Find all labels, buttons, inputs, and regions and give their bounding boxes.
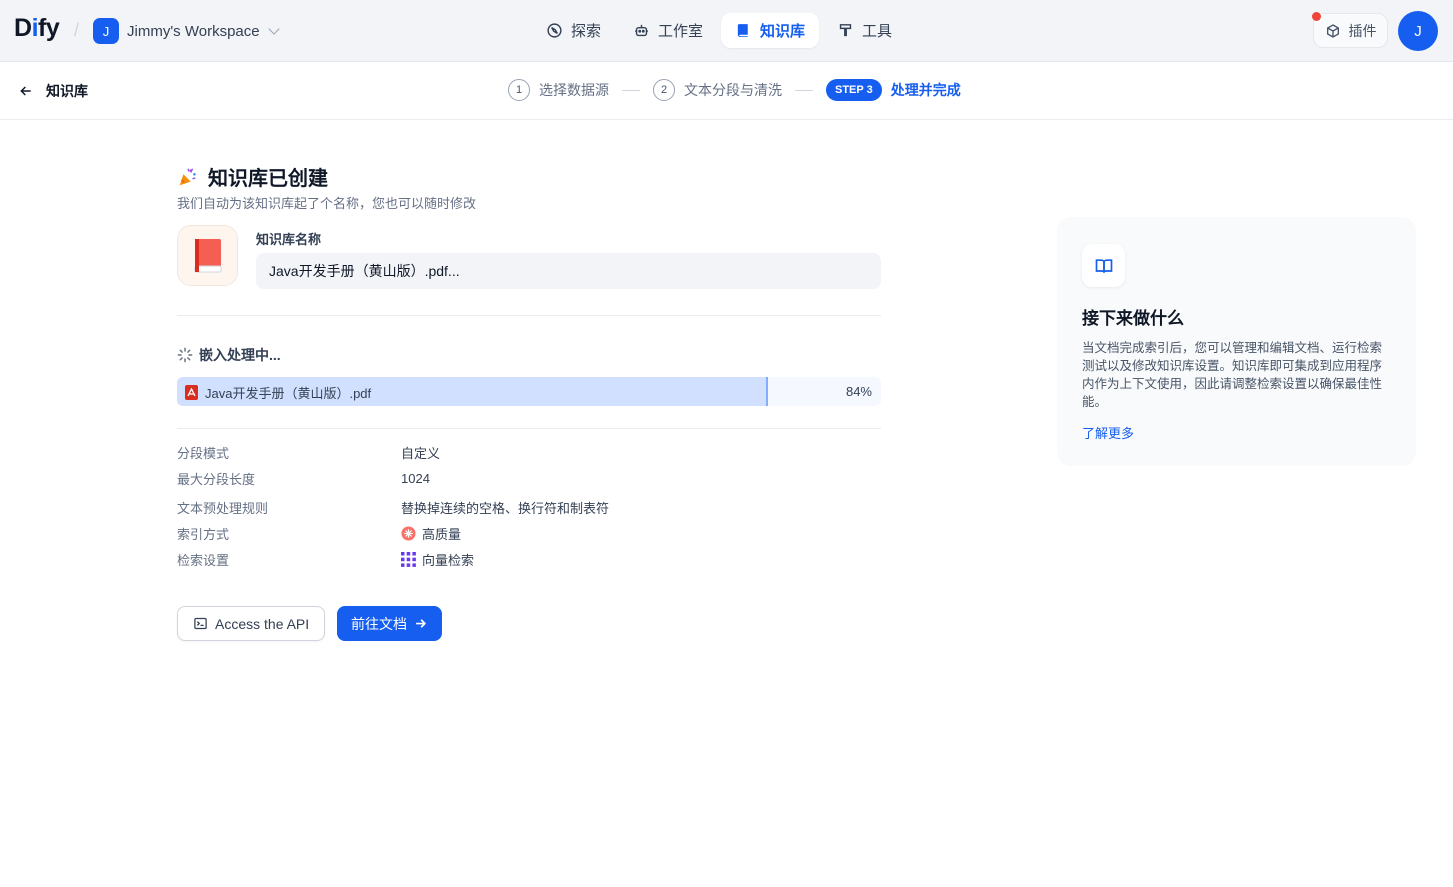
plugin-button[interactable]: 插件 — [1313, 13, 1388, 48]
info-value: 自定义 — [401, 446, 441, 461]
progress-file-name: Java开发手册（黄山版）.pdf — [205, 386, 372, 401]
arrow-right-icon — [416, 619, 427, 628]
book-icon — [737, 24, 748, 37]
pdf-icon — [185, 385, 198, 400]
step-1: 1 选择数据源 — [508, 79, 609, 101]
page-subtitle: 我们自动为该知识库起了个名称，您也可以随时修改 — [177, 196, 477, 211]
robot-icon — [635, 24, 648, 37]
info-key: 检索设置 — [177, 553, 230, 568]
plugin-label: 插件 — [1348, 22, 1377, 39]
nav-studio[interactable]: 工作室 — [619, 13, 717, 48]
info-value-text: 高质量 — [422, 527, 462, 542]
nav-knowledge-label: 知识库 — [760, 23, 806, 40]
step-1-label: 选择数据源 — [539, 82, 609, 98]
open-book-icon — [1095, 258, 1112, 273]
info-row: 索引方式 高质量 — [177, 524, 461, 543]
knowledge-base-icon[interactable] — [177, 225, 238, 286]
info-key: 最大分段长度 — [177, 472, 256, 487]
info-key: 索引方式 — [177, 527, 230, 542]
info-value: 1024 — [401, 471, 430, 486]
workspace-switcher[interactable]: J Jimmy's Workspace — [93, 17, 280, 45]
info-row: 检索设置 向量检索 — [177, 550, 474, 569]
step-1-number: 1 — [508, 79, 530, 101]
info-value: 高质量 — [401, 524, 461, 543]
step-2-number: 2 — [653, 79, 675, 101]
page-title: 知识库已创建 — [177, 162, 328, 191]
go-to-documents-label: 前往文档 — [351, 615, 407, 632]
vector-grid-icon — [401, 552, 416, 567]
divider-slash: / — [74, 20, 80, 40]
progress-file: Java开发手册（黄山版）.pdf — [185, 383, 371, 402]
arrow-left-icon — [20, 86, 31, 96]
high-quality-icon — [401, 526, 416, 541]
card-title: 接下来做什么 — [1082, 309, 1184, 328]
learn-more-link[interactable]: 了解更多 — [1082, 423, 1134, 442]
access-api-button[interactable]: Access the API — [177, 606, 326, 641]
kb-name-label: 知识库名称 — [256, 232, 322, 247]
nav-tools[interactable]: 工具 — [823, 13, 906, 48]
main-nav: 探索 工作室 知识库 工具 — [532, 13, 906, 48]
step-3-badge: STEP 3 — [826, 79, 882, 101]
step-indicator: 1 选择数据源 2 文本分段与清洗 STEP 3 处理并完成 — [508, 79, 961, 101]
embedding-status: 嵌入处理中... — [177, 345, 281, 365]
card-icon — [1082, 244, 1125, 287]
chevron-down-icon — [267, 23, 280, 35]
dify-logo[interactable]: Dify — [14, 14, 60, 43]
back-label: 知识库 — [46, 83, 88, 99]
kb-name-input[interactable] — [256, 253, 881, 289]
nav-knowledge[interactable]: 知识库 — [721, 13, 820, 48]
card-text: 当文档完成索引后，您可以管理和编辑文档、运行检索测试以及修改知识库设置。知识库即… — [1082, 341, 1383, 409]
step-3: STEP 3 处理并完成 — [826, 79, 961, 101]
file-progress: Java开发手册（黄山版）.pdf 84% — [177, 377, 881, 406]
info-value: 向量检索 — [401, 550, 474, 569]
section-divider — [177, 428, 881, 429]
embedding-status-text: 嵌入处理中... — [199, 347, 281, 363]
user-avatar[interactable]: J — [1398, 11, 1438, 51]
nav-studio-label: 工作室 — [658, 23, 704, 40]
cube-icon — [1326, 23, 1339, 38]
compass-icon — [547, 23, 562, 38]
workspace-avatar: J — [93, 18, 119, 44]
step-3-label: 处理并完成 — [890, 82, 961, 98]
nav-tools-label: 工具 — [862, 23, 893, 40]
info-key: 文本预处理规则 — [177, 501, 269, 516]
terminal-icon — [194, 617, 207, 630]
info-value-text: 向量检索 — [422, 553, 475, 568]
info-value: 替换掉连续的空格、换行符和制表符 — [401, 501, 610, 516]
access-api-label: Access the API — [215, 615, 310, 632]
info-row: 最大分段长度 1024 — [177, 469, 430, 488]
loading-spinner-icon — [177, 347, 193, 363]
sub-header: 知识库 1 选择数据源 2 文本分段与清洗 STEP 3 处理并完成 — [0, 62, 1453, 120]
step-separator — [795, 89, 813, 91]
step-2-label: 文本分段与清洗 — [684, 82, 782, 98]
notification-dot — [1312, 12, 1321, 21]
step-separator — [622, 89, 640, 91]
info-row: 分段模式 自定义 — [177, 443, 440, 462]
red-book-icon — [194, 238, 221, 272]
info-key: 分段模式 — [177, 446, 230, 461]
back-button[interactable]: 知识库 — [18, 81, 88, 101]
next-steps-card: 接下来做什么 当文档完成索引后，您可以管理和编辑文档、运行检索测试以及修改知识库… — [1057, 217, 1416, 466]
workspace-name: Jimmy's Workspace — [127, 22, 260, 40]
progress-percent: 84% — [845, 384, 872, 399]
nav-explore[interactable]: 探索 — [532, 13, 615, 48]
hammer-icon — [839, 24, 852, 37]
info-row: 文本预处理规则 替换掉连续的空格、换行符和制表符 — [177, 498, 609, 517]
step-2: 2 文本分段与清洗 — [653, 79, 782, 101]
party-popper-icon — [179, 167, 196, 185]
page-title-text: 知识库已创建 — [208, 168, 328, 190]
go-to-documents-button[interactable]: 前往文档 — [337, 606, 442, 641]
nav-explore-label: 探索 — [571, 23, 602, 40]
top-bar: Dify / J Jimmy's Workspace 探索 工作室 知识库 工具… — [0, 0, 1453, 62]
section-divider — [177, 315, 881, 316]
